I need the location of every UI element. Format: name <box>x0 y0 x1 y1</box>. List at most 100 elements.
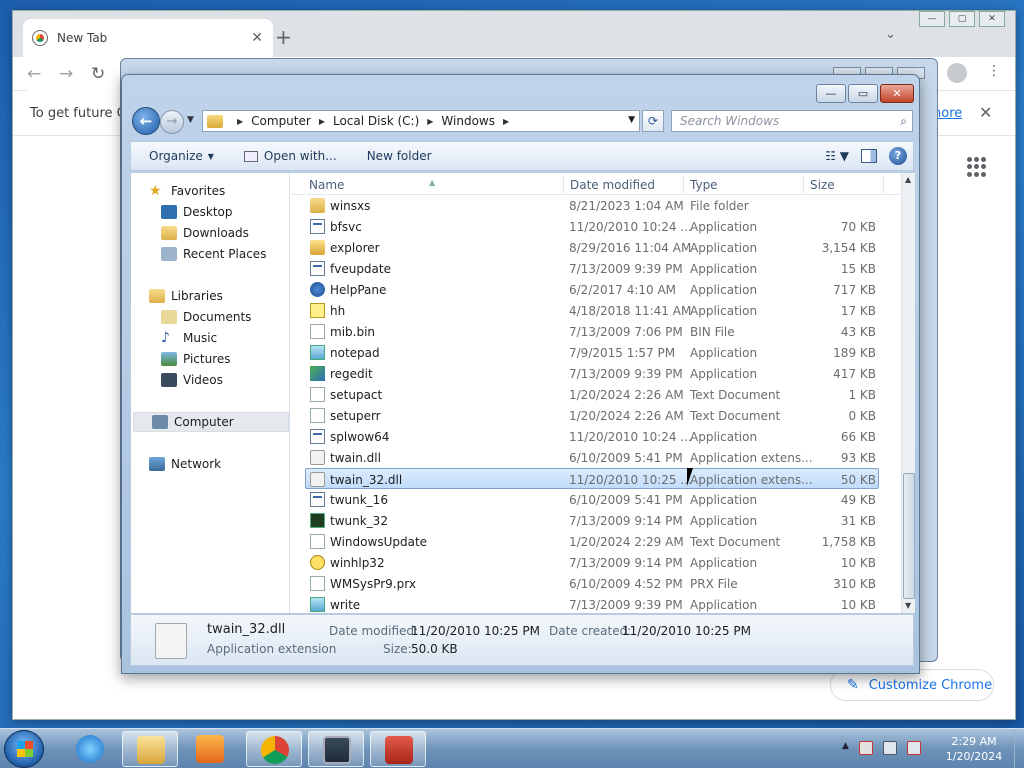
reg-file-icon <box>310 366 325 381</box>
clock-date: 1/20/2024 <box>945 750 1003 763</box>
nav-network[interactable]: Network <box>149 454 221 474</box>
chrome-close-button[interactable]: ✕ <box>979 11 1005 27</box>
file-row[interactable]: splwow64 11/20/2010 10:24 ... Application 6… <box>291 426 901 447</box>
file-row[interactable]: twain_32.dll 11/20/2010 10:25 ... Applicat… <box>305 468 879 489</box>
file-type: Application <box>690 241 758 255</box>
folder-file-icon <box>310 198 325 213</box>
breadcrumb-computer[interactable]: Computer <box>251 114 311 128</box>
tab-title: New Tab <box>57 31 108 45</box>
file-row[interactable]: twunk_32 7/13/2009 9:14 PM Application 31 K… <box>291 510 901 531</box>
clock[interactable]: 2:29 AM 1/20/2024 <box>942 734 1006 764</box>
explorer-close-button[interactable]: ✕ <box>880 84 914 103</box>
volume-muted-icon[interactable] <box>906 741 921 755</box>
column-header-name[interactable]: Name <box>309 178 344 192</box>
file-row[interactable]: winsxs 8/21/2023 1:04 AM File folder <box>291 195 901 216</box>
profile-avatar-icon[interactable] <box>947 63 967 83</box>
column-header-date[interactable]: Date modified <box>570 178 655 192</box>
organize-button[interactable]: Organize ▼ <box>149 149 214 163</box>
tab-close-icon[interactable]: ✕ <box>251 30 263 46</box>
scroll-up-arrow-icon[interactable]: ▲ <box>905 175 911 184</box>
column-header-type[interactable]: Type <box>690 178 718 192</box>
nav-music[interactable]: ♪ Music <box>161 328 217 348</box>
chrome-maximize-button[interactable]: ▢ <box>949 11 975 27</box>
show-hidden-icons-arrow-icon[interactable]: ▲ <box>842 741 849 755</box>
chrome-menu-button[interactable]: ⋮ <box>987 63 1001 79</box>
file-row[interactable]: regedit 7/13/2009 9:39 PM Application 417 K… <box>291 363 901 384</box>
taskbar-chrome[interactable] <box>246 731 302 767</box>
action-center-flag-icon[interactable] <box>858 741 873 755</box>
network-tray-icon[interactable] <box>882 741 897 755</box>
downloads-folder-icon <box>161 226 177 240</box>
chrome-tab-new-tab[interactable]: New Tab ✕ <box>23 19 273 57</box>
file-name: twunk_32 <box>330 514 388 528</box>
column-divider[interactable] <box>803 175 804 193</box>
organize-label: Organize <box>149 149 203 163</box>
chrome-minimize-button[interactable]: — <box>919 11 945 27</box>
file-name: setupact <box>330 388 383 402</box>
file-row[interactable]: WMSysPr9.prx 6/10/2009 4:52 PM PRX File 310… <box>291 573 901 594</box>
file-row[interactable]: explorer 8/29/2016 11:04 AM Application 3,1… <box>291 237 901 258</box>
show-desktop-button[interactable] <box>1014 729 1024 768</box>
nav-videos[interactable]: Videos <box>161 370 223 390</box>
file-row[interactable]: hh 4/18/2018 11:41 AM Application 17 KB <box>291 300 901 321</box>
address-dropdown-icon[interactable]: ▼ <box>628 115 635 125</box>
column-divider[interactable] <box>683 175 684 193</box>
column-header-size[interactable]: Size <box>810 178 835 192</box>
address-bar[interactable]: ▶ Computer ▶ Local Disk (C:) ▶ Windows ▶… <box>202 110 640 132</box>
taskbar-explorer[interactable] <box>122 731 178 767</box>
file-row[interactable]: setuperr 1/20/2024 2:26 AM Text Document 0 … <box>291 405 901 426</box>
file-row[interactable]: bfsvc 11/20/2010 10:24 ... Application 70 K… <box>291 216 901 237</box>
breadcrumb-local-disk[interactable]: Local Disk (C:) <box>333 114 419 128</box>
breadcrumb-separator: ▶ <box>427 116 434 126</box>
file-row[interactable]: fveupdate 7/13/2009 9:39 PM Application 15 … <box>291 258 901 279</box>
app-file-icon <box>310 492 325 507</box>
nav-libraries[interactable]: Libraries <box>149 286 223 306</box>
infobar-close-icon[interactable]: ✕ <box>979 103 992 122</box>
nav-favorites[interactable]: ★ Favorites <box>149 181 225 201</box>
nav-computer[interactable]: Computer <box>133 412 289 432</box>
file-row[interactable]: twunk_16 6/10/2009 5:41 PM Application 49 K… <box>291 489 901 510</box>
google-apps-icon[interactable] <box>967 157 987 177</box>
taskbar-toolbox[interactable] <box>370 731 426 767</box>
search-input[interactable]: Search Windows ⌕ <box>671 110 913 132</box>
file-row[interactable]: WindowsUpdate 1/20/2024 2:29 AM Text Docum… <box>291 531 901 552</box>
open-with-button[interactable]: Open with... <box>243 149 337 163</box>
file-type: Text Document <box>690 535 781 549</box>
tab-search-button[interactable]: ⌄ <box>885 27 896 42</box>
column-divider[interactable] <box>883 175 884 193</box>
scroll-down-arrow-icon[interactable]: ▼ <box>905 601 911 610</box>
file-row[interactable]: winhlp32 7/13/2009 9:14 PM Application 10 K… <box>291 552 901 573</box>
preview-pane-icon[interactable] <box>861 149 877 163</box>
nav-documents[interactable]: Documents <box>161 307 251 327</box>
column-divider[interactable] <box>563 175 564 193</box>
nav-desktop[interactable]: Desktop <box>161 202 233 222</box>
file-row[interactable]: mib.bin 7/13/2009 7:06 PM BIN File 43 KB <box>291 321 901 342</box>
nav-downloads[interactable]: Downloads <box>161 223 249 243</box>
help-icon[interactable]: ? <box>889 147 907 165</box>
view-options-icon[interactable]: ☷ ▼ <box>825 149 849 163</box>
file-row[interactable]: write 7/13/2009 9:39 PM Application 10 KB <box>291 594 901 615</box>
details-file-type: Application extension <box>207 642 337 656</box>
scrollbar-thumb[interactable] <box>903 473 915 599</box>
new-folder-button[interactable]: New folder <box>367 149 432 163</box>
new-tab-button[interactable]: + <box>275 25 292 49</box>
nav-pictures[interactable]: Pictures <box>161 349 231 369</box>
file-row[interactable]: setupact 1/20/2024 2:26 AM Text Document 1 … <box>291 384 901 405</box>
forward-button[interactable]: → <box>160 110 184 134</box>
recent-pages-dropdown[interactable]: ▼ <box>187 115 194 125</box>
vertical-scrollbar[interactable]: ▲ ▼ <box>901 173 915 613</box>
back-button[interactable]: ← <box>132 107 160 135</box>
file-row[interactable]: twain.dll 6/10/2009 5:41 PM Application ex… <box>291 447 901 468</box>
file-row[interactable]: HelpPane 6/2/2017 4:10 AM Application 717 K… <box>291 279 901 300</box>
breadcrumb-windows[interactable]: Windows <box>441 114 495 128</box>
taskbar-task-manager[interactable] <box>308 731 364 767</box>
green-file-icon <box>310 513 325 528</box>
start-button[interactable] <box>4 730 44 768</box>
refresh-button[interactable]: ⟳ <box>642 110 664 132</box>
nav-recent-places[interactable]: Recent Places <box>161 244 266 264</box>
taskbar-media-player[interactable] <box>182 731 238 767</box>
explorer-minimize-button[interactable]: — <box>816 84 846 103</box>
explorer-maximize-button[interactable]: ▭ <box>848 84 878 103</box>
file-row[interactable]: notepad 7/9/2015 1:57 PM Application 189 KB <box>291 342 901 363</box>
taskbar-internet-explorer[interactable] <box>62 731 118 767</box>
